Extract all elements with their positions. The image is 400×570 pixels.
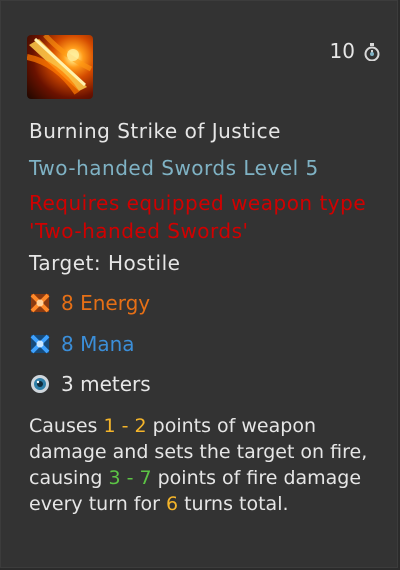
cooldown-value: 10 bbox=[329, 39, 355, 63]
skill-range: 3 meters bbox=[29, 372, 151, 396]
skill-name: Burning Strike of Justice bbox=[29, 119, 281, 143]
mana-cost: 8 Mana bbox=[29, 332, 135, 356]
mana-icon bbox=[29, 333, 51, 355]
eye-range-icon bbox=[29, 373, 51, 395]
description-text-4: turns total. bbox=[178, 493, 289, 515]
flaming-sword-strike-icon bbox=[27, 35, 93, 99]
skill-tooltip: 10 Burning Strike of Justice Two-handed … bbox=[0, 0, 398, 568]
skill-range-label: 3 meters bbox=[61, 372, 151, 396]
energy-icon bbox=[29, 292, 51, 314]
fire-damage-range: 3 - 7 bbox=[108, 467, 152, 489]
cooldown: 10 bbox=[330, 39, 381, 63]
skill-description: Causes 1 - 2 points of weapon damage and… bbox=[29, 413, 379, 517]
skill-school-level: Two-handed Swords Level 5 bbox=[29, 156, 319, 180]
skill-target: Target: Hostile bbox=[29, 251, 181, 275]
energy-cost-label: 8 Energy bbox=[61, 291, 151, 315]
description-text-1: Causes bbox=[29, 415, 104, 437]
weapon-damage-range: 1 - 2 bbox=[103, 415, 147, 437]
weapon-requirement: Requires equipped weapon type 'Two-hande… bbox=[29, 191, 367, 243]
duration-turns: 6 bbox=[165, 493, 179, 515]
stopwatch-icon bbox=[363, 42, 381, 62]
energy-cost: 8 Energy bbox=[29, 291, 150, 315]
mana-cost-label: 8 Mana bbox=[61, 332, 135, 356]
